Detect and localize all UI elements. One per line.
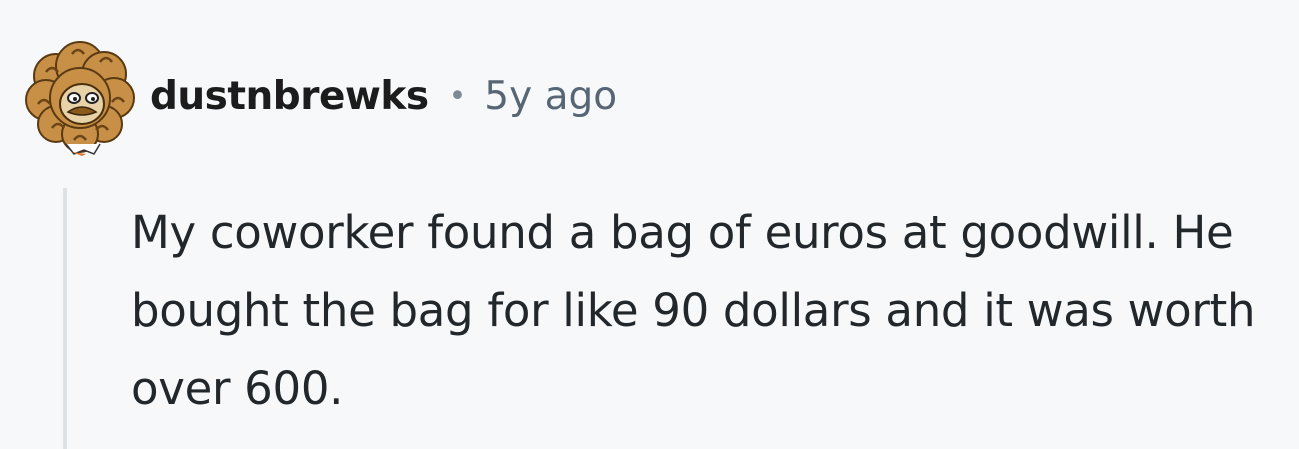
comment-author[interactable]: dustnbrewks (150, 74, 429, 119)
meta-separator: • (448, 78, 467, 114)
comment-header: dustnbrewks • 5y ago (16, 26, 617, 166)
curly-hair-avatar-icon (25, 41, 135, 156)
comment-body: My coworker found a bag of euros at good… (131, 206, 1256, 415)
thread-line[interactable] (63, 188, 67, 449)
comment-timestamp[interactable]: 5y ago (484, 74, 617, 119)
comment: dustnbrewks • 5y ago My coworker found a… (0, 0, 1299, 449)
avatar[interactable] (16, 32, 144, 160)
